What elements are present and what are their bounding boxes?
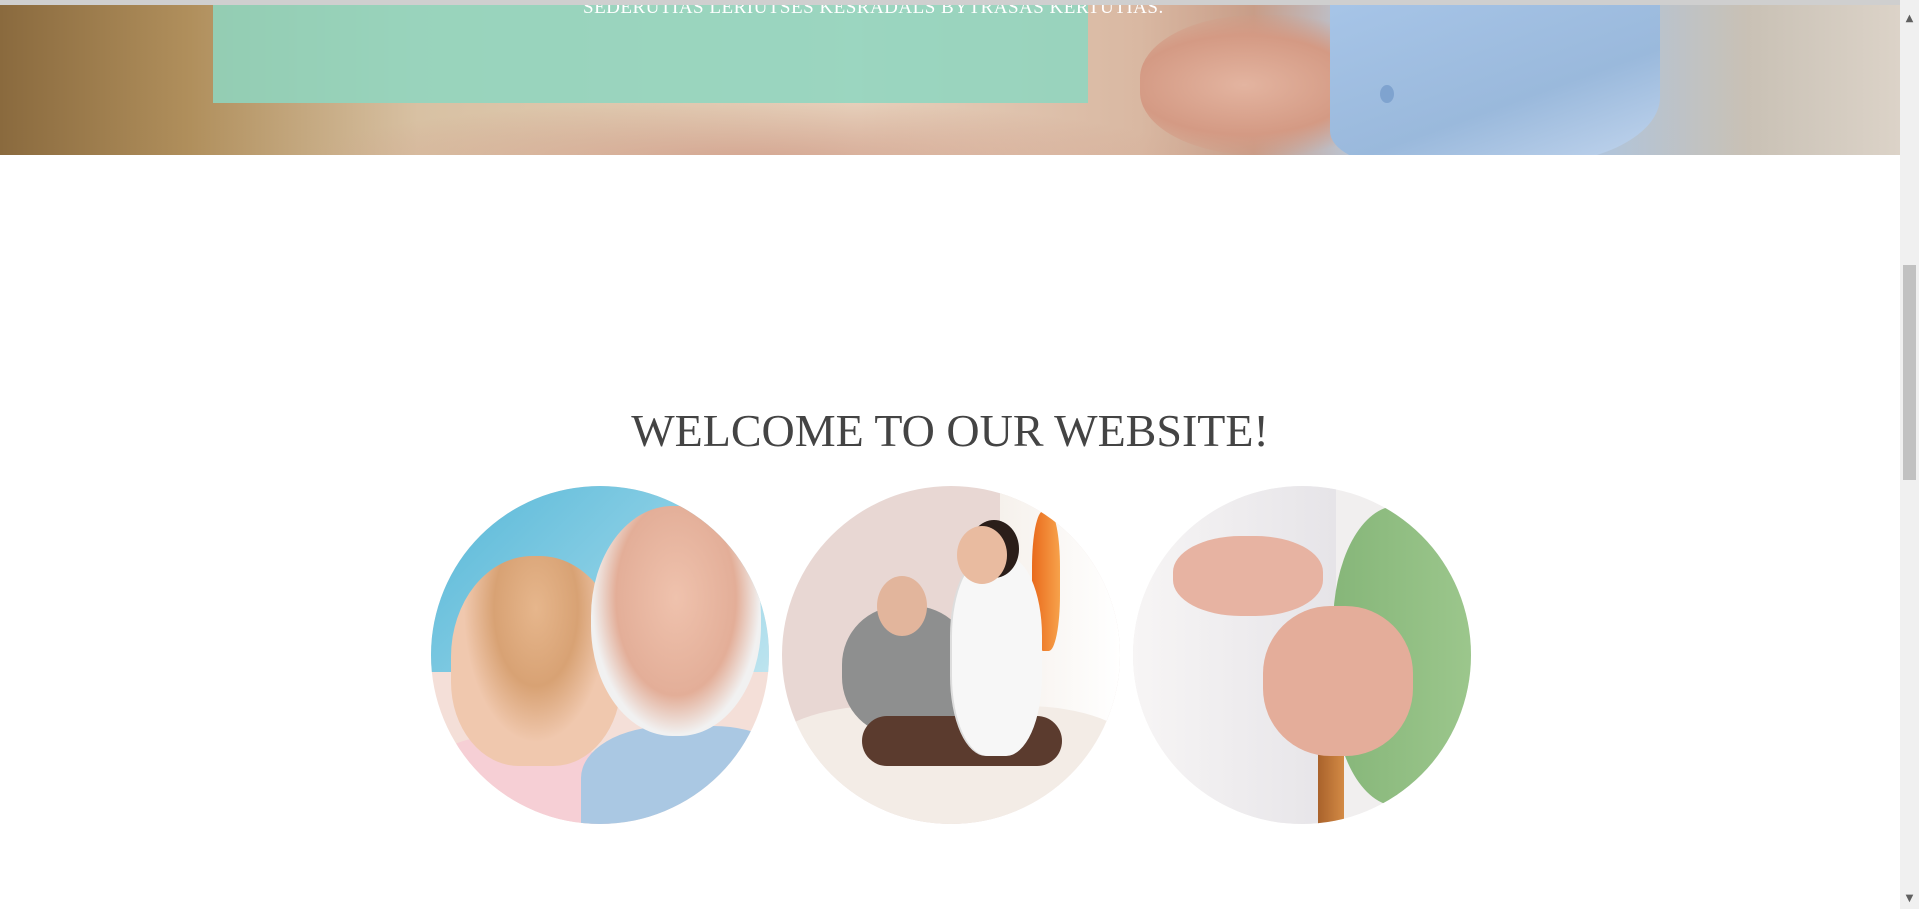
scroll-up-arrow-icon[interactable]: ▲ [1900, 10, 1919, 27]
hero-image-shirt [1330, 5, 1660, 155]
scroll-down-arrow-icon[interactable]: ▼ [1900, 890, 1919, 907]
scrollbar-thumb[interactable] [1903, 265, 1916, 480]
hero-image-shade [300, 100, 1200, 155]
elderly-couple-image [431, 486, 769, 824]
hero-caption: SEDERUTIAS LERIUTSES KESRADALS BYTRASAS … [583, 5, 1164, 18]
shirt-button [1380, 85, 1394, 103]
welcome-title: WELCOME TO OUR WEBSITE! [631, 405, 1269, 456]
image-gallery [431, 486, 1471, 824]
hero-caption-overlay: SEDERUTIAS LERIUTSES KESRADALS BYTRASAS … [213, 5, 1163, 103]
hands-on-cane-image [1133, 486, 1471, 824]
nurse-helping-patient-image [782, 486, 1120, 824]
hero-banner: SEDERUTIAS LERIUTSES KESRADALS BYTRASAS … [0, 5, 1900, 155]
vertical-scrollbar[interactable]: ▲ ▼ [1900, 0, 1919, 909]
